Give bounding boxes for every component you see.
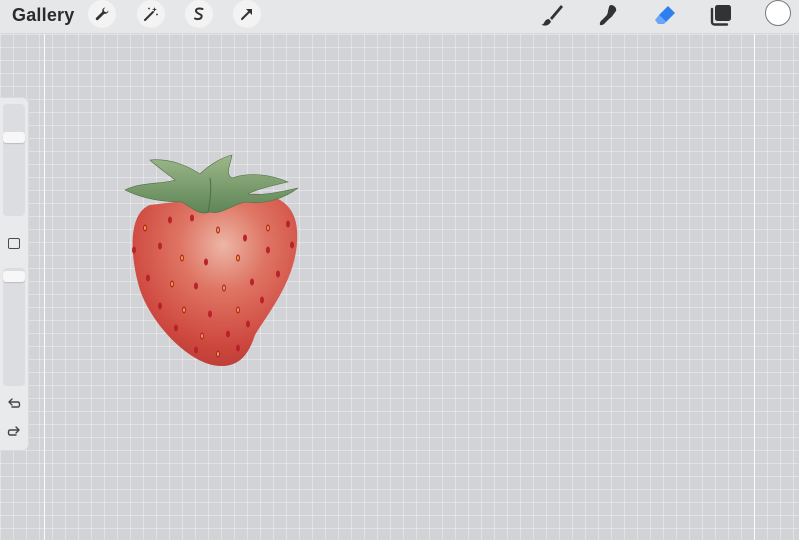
selection-icon [194, 7, 204, 21]
gallery-button[interactable]: Gallery [12, 4, 74, 26]
adjustments-button[interactable] [137, 0, 165, 28]
canvas-left-edge [44, 34, 45, 540]
paint-tool-button[interactable] [538, 1, 566, 29]
opacity-thumb[interactable] [3, 271, 25, 283]
smudge-icon [599, 5, 617, 26]
strawberry-body [132, 193, 298, 367]
canvas-right-edge [754, 34, 755, 540]
brush-size-slider[interactable] [3, 104, 25, 216]
eraser-icon [655, 6, 675, 24]
wrench-icon [95, 7, 109, 21]
actions-button[interactable] [88, 0, 116, 28]
undo-icon[interactable] [6, 396, 22, 412]
layers-button[interactable] [707, 1, 735, 29]
modify-button[interactable] [8, 238, 20, 249]
color-picker-button[interactable] [765, 0, 791, 26]
transform-button[interactable] [233, 0, 261, 28]
move-arrow-icon [241, 9, 252, 20]
magic-wand-icon [144, 7, 158, 21]
opacity-slider[interactable] [3, 268, 25, 386]
layers-icon [710, 5, 731, 26]
left-sidebar [0, 98, 28, 450]
eraser-tool-button[interactable] [651, 1, 679, 29]
selection-button[interactable] [185, 0, 213, 28]
top-toolbar: Gallery [0, 0, 799, 34]
brush-size-thumb[interactable] [3, 132, 25, 144]
smudge-tool-button[interactable] [594, 1, 622, 29]
brush-icon [541, 5, 563, 26]
redo-icon[interactable] [6, 424, 22, 440]
strawberry-illustration [124, 154, 299, 367]
